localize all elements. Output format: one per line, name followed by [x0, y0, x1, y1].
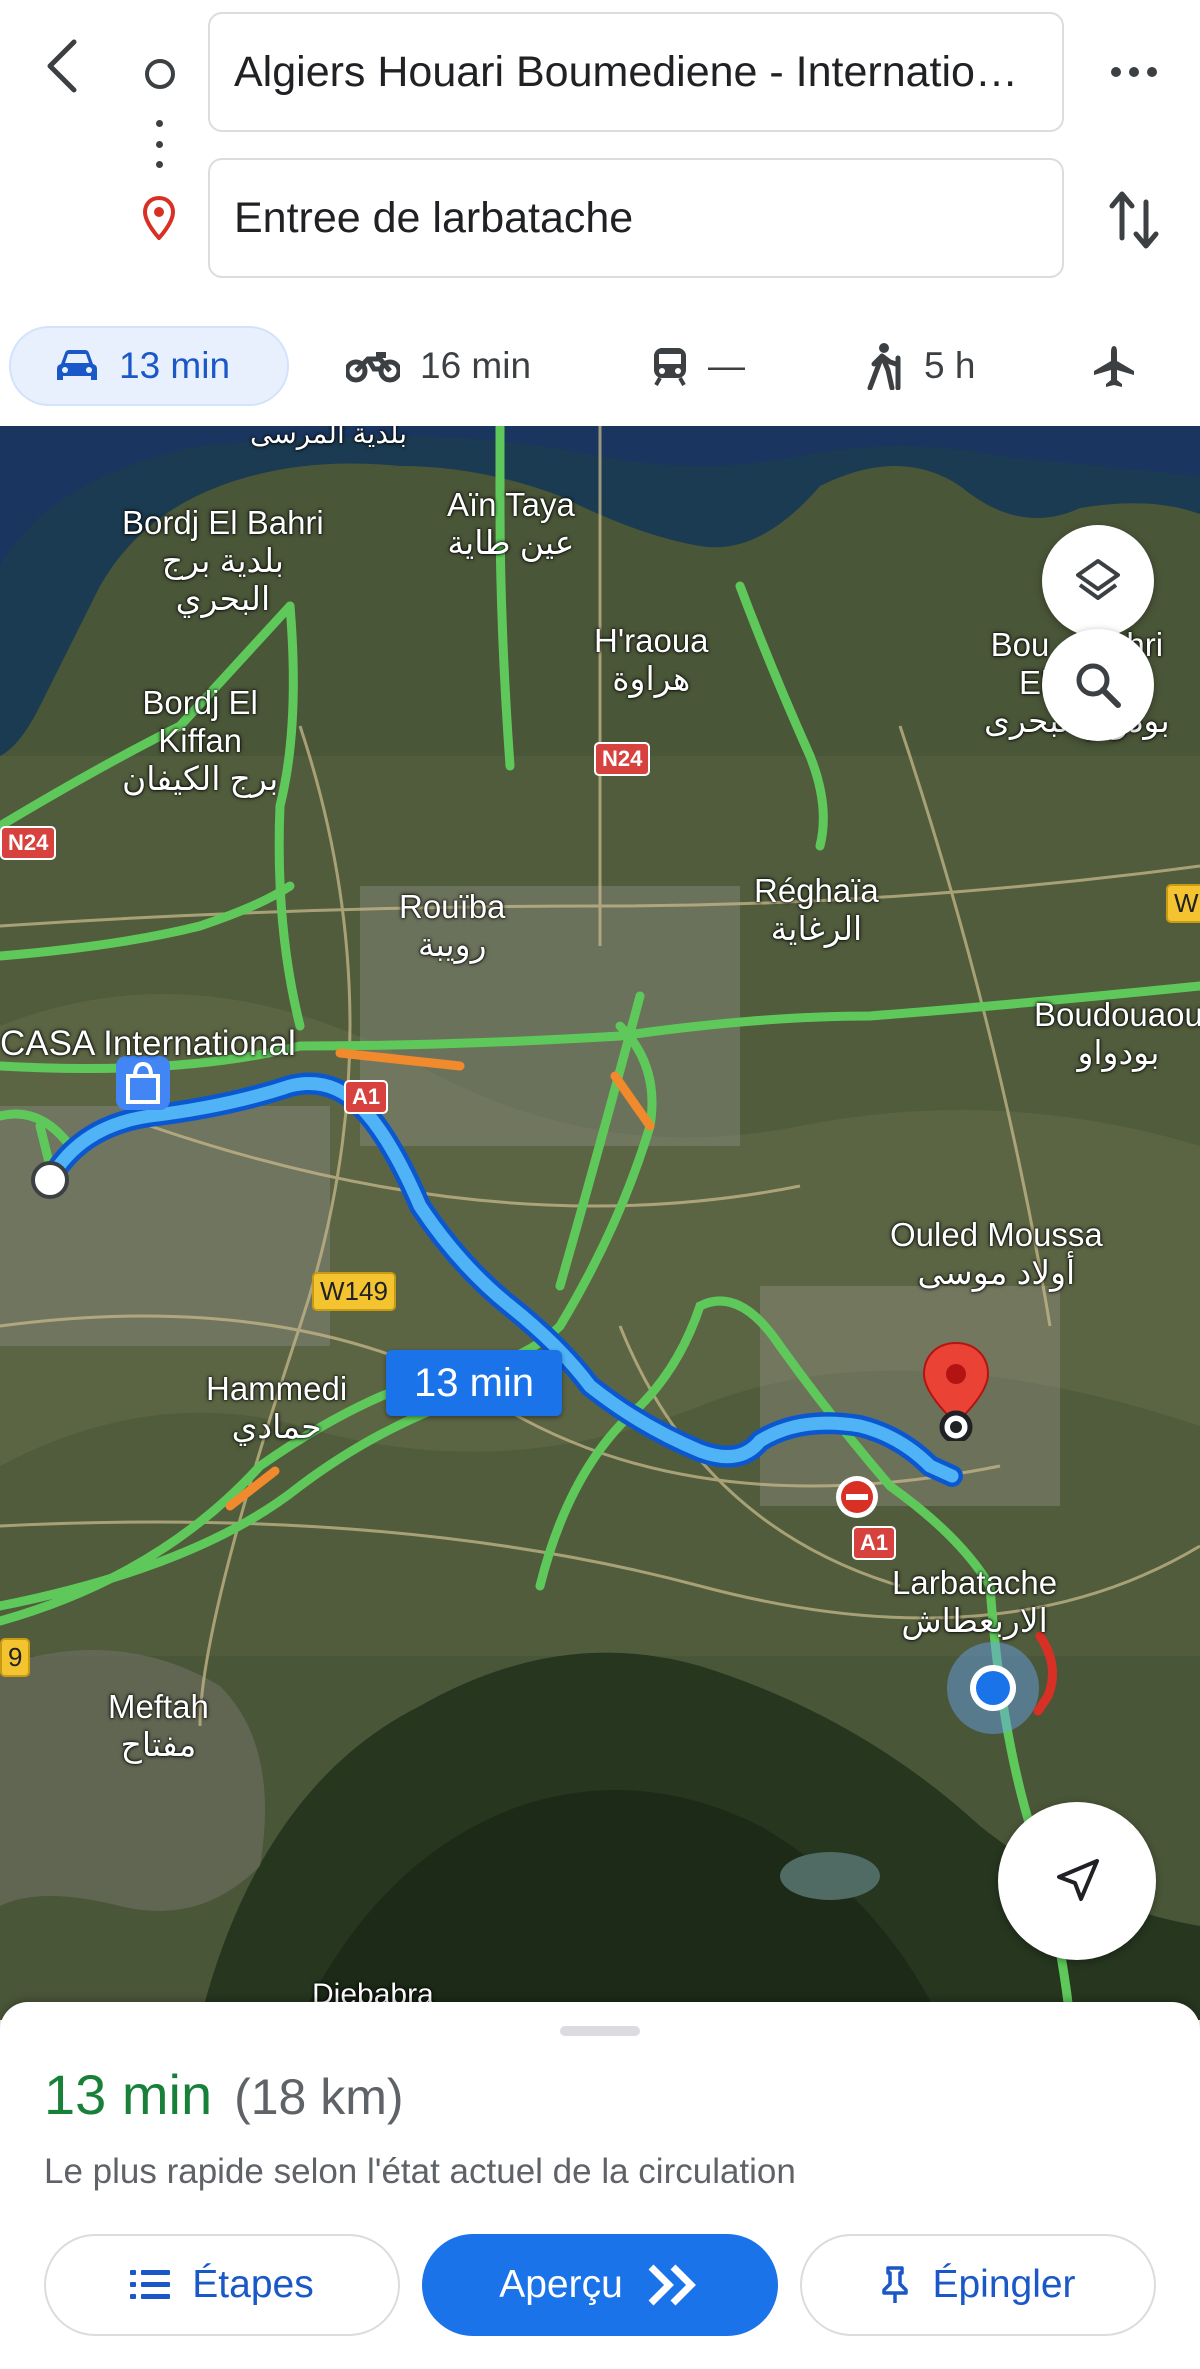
sheet-actions: Étapes Aperçu Épingler [0, 2234, 1200, 2338]
place-ain-taya: Aïn Taya عين طاية [447, 486, 575, 561]
pin-button[interactable]: Épingler [800, 2234, 1156, 2336]
mode-motorcycle-tab[interactable]: 16 min [346, 326, 531, 406]
place-meftah: Meftah مفتاح [108, 1688, 209, 1763]
steps-button[interactable]: Étapes [44, 2234, 400, 2336]
mode-motorcycle-label: 16 min [420, 345, 532, 386]
mode-walk-label: 5 h [924, 345, 976, 386]
pin-icon [882, 2266, 909, 2303]
pin-label: Épingler [932, 2263, 1076, 2306]
map-search-button[interactable] [1042, 629, 1154, 741]
mode-car-tab[interactable]: 13 min [9, 326, 289, 406]
mode-flight-tab[interactable] [1092, 326, 1136, 406]
origin-input[interactable]: Algiers Houari Boumediene - Internationa… [208, 12, 1064, 132]
place-ouled-moussa: Ouled Moussa أولاد موسى [890, 1216, 1103, 1291]
destination-pin-icon [142, 196, 176, 240]
double-chevron-icon [648, 2264, 696, 2306]
mode-transit-label: — [708, 345, 745, 386]
back-button[interactable] [36, 36, 88, 96]
place-boudouaou: Boudouaou بودواو [1034, 996, 1200, 1071]
road-shield-a1: A1 [344, 1080, 389, 1114]
mode-car-label: 13 min [119, 345, 231, 386]
road-shield-n24-edge: N24 [0, 826, 57, 860]
route-duration-badge[interactable]: 13 min [386, 1350, 562, 1416]
train-icon [654, 348, 686, 386]
place-top-cut: بلدية المرسى [250, 426, 408, 449]
search-icon [1076, 663, 1121, 708]
route-distance: (18 km) [234, 2069, 404, 2125]
road-shield-w-edge: W [1166, 884, 1200, 923]
place-hammedi: Hammedi حمادي [206, 1370, 348, 1445]
hiking-icon [867, 343, 901, 390]
route-duration: 13 min [44, 2063, 213, 2126]
swap-icon[interactable] [1108, 188, 1160, 252]
preview-button[interactable]: Aperçu [422, 2234, 778, 2336]
origin-circle-icon [145, 59, 175, 89]
destination-input[interactable]: Entree de larbatache [208, 158, 1064, 278]
map-view[interactable]: Bordj El Bahri بلدية برج البحري بلدية ال… [0, 426, 1200, 2020]
place-casa-international: CASA International [0, 1024, 296, 1063]
place-larbatache: Larbatache الاربعطاش [892, 1564, 1058, 1639]
road-shield-n24: N24 [594, 742, 651, 776]
place-rouiba: Rouïba رويبة [399, 888, 506, 963]
preview-label: Aperçu [499, 2263, 623, 2306]
airplane-icon [1094, 346, 1134, 387]
back-arrow-icon [47, 39, 77, 93]
layers-icon [1076, 559, 1120, 600]
my-location-button[interactable] [998, 1802, 1156, 1960]
road-shield-w149: W149 [312, 1272, 396, 1311]
sheet-drag-handle[interactable] [560, 2026, 640, 2036]
place-reghaia: Réghaïa الرغاية [754, 872, 879, 947]
travel-mode-tabs: 13 min 16 min — 5 h [0, 322, 1200, 418]
destination-value: Entree de larbatache [234, 193, 634, 242]
origin-value: Algiers Houari Boumediene - Internationa… [234, 47, 1038, 96]
car-icon [57, 350, 97, 380]
route-dots-icon [155, 120, 163, 168]
mode-walk-tab[interactable]: 5 h [864, 326, 975, 406]
motorcycle-icon [346, 352, 400, 383]
list-icon [130, 2270, 171, 2299]
route-description: Le plus rapide selon l'état actuel de la… [44, 2152, 796, 2191]
layers-button[interactable] [1042, 525, 1154, 637]
route-summary-sheet: 13 min (18 km) Le plus rapide selon l'ét… [0, 2002, 1200, 2369]
road-shield-a1-south: A1 [852, 1526, 897, 1560]
destination-marker-icon [922, 1341, 990, 1441]
road-shield-edge: 9 [0, 1638, 31, 1677]
place-hraoua: H'raoua هراوة [594, 622, 709, 697]
place-bordj-el-bahri: Bordj El Bahri بلدية برج البحري [122, 504, 324, 617]
steps-label: Étapes [192, 2263, 314, 2306]
mode-transit-tab[interactable]: — [652, 326, 745, 406]
route-summary: 13 min (18 km) [44, 2062, 404, 2127]
place-bordj-el-kiffan: Bordj El Kiffan برج الكيفان [122, 684, 279, 797]
navigation-arrow-icon [1057, 1859, 1099, 1901]
directions-header: Algiers Houari Boumediene - Internationa… [0, 0, 1200, 315]
more-options-button[interactable] [1108, 50, 1160, 94]
